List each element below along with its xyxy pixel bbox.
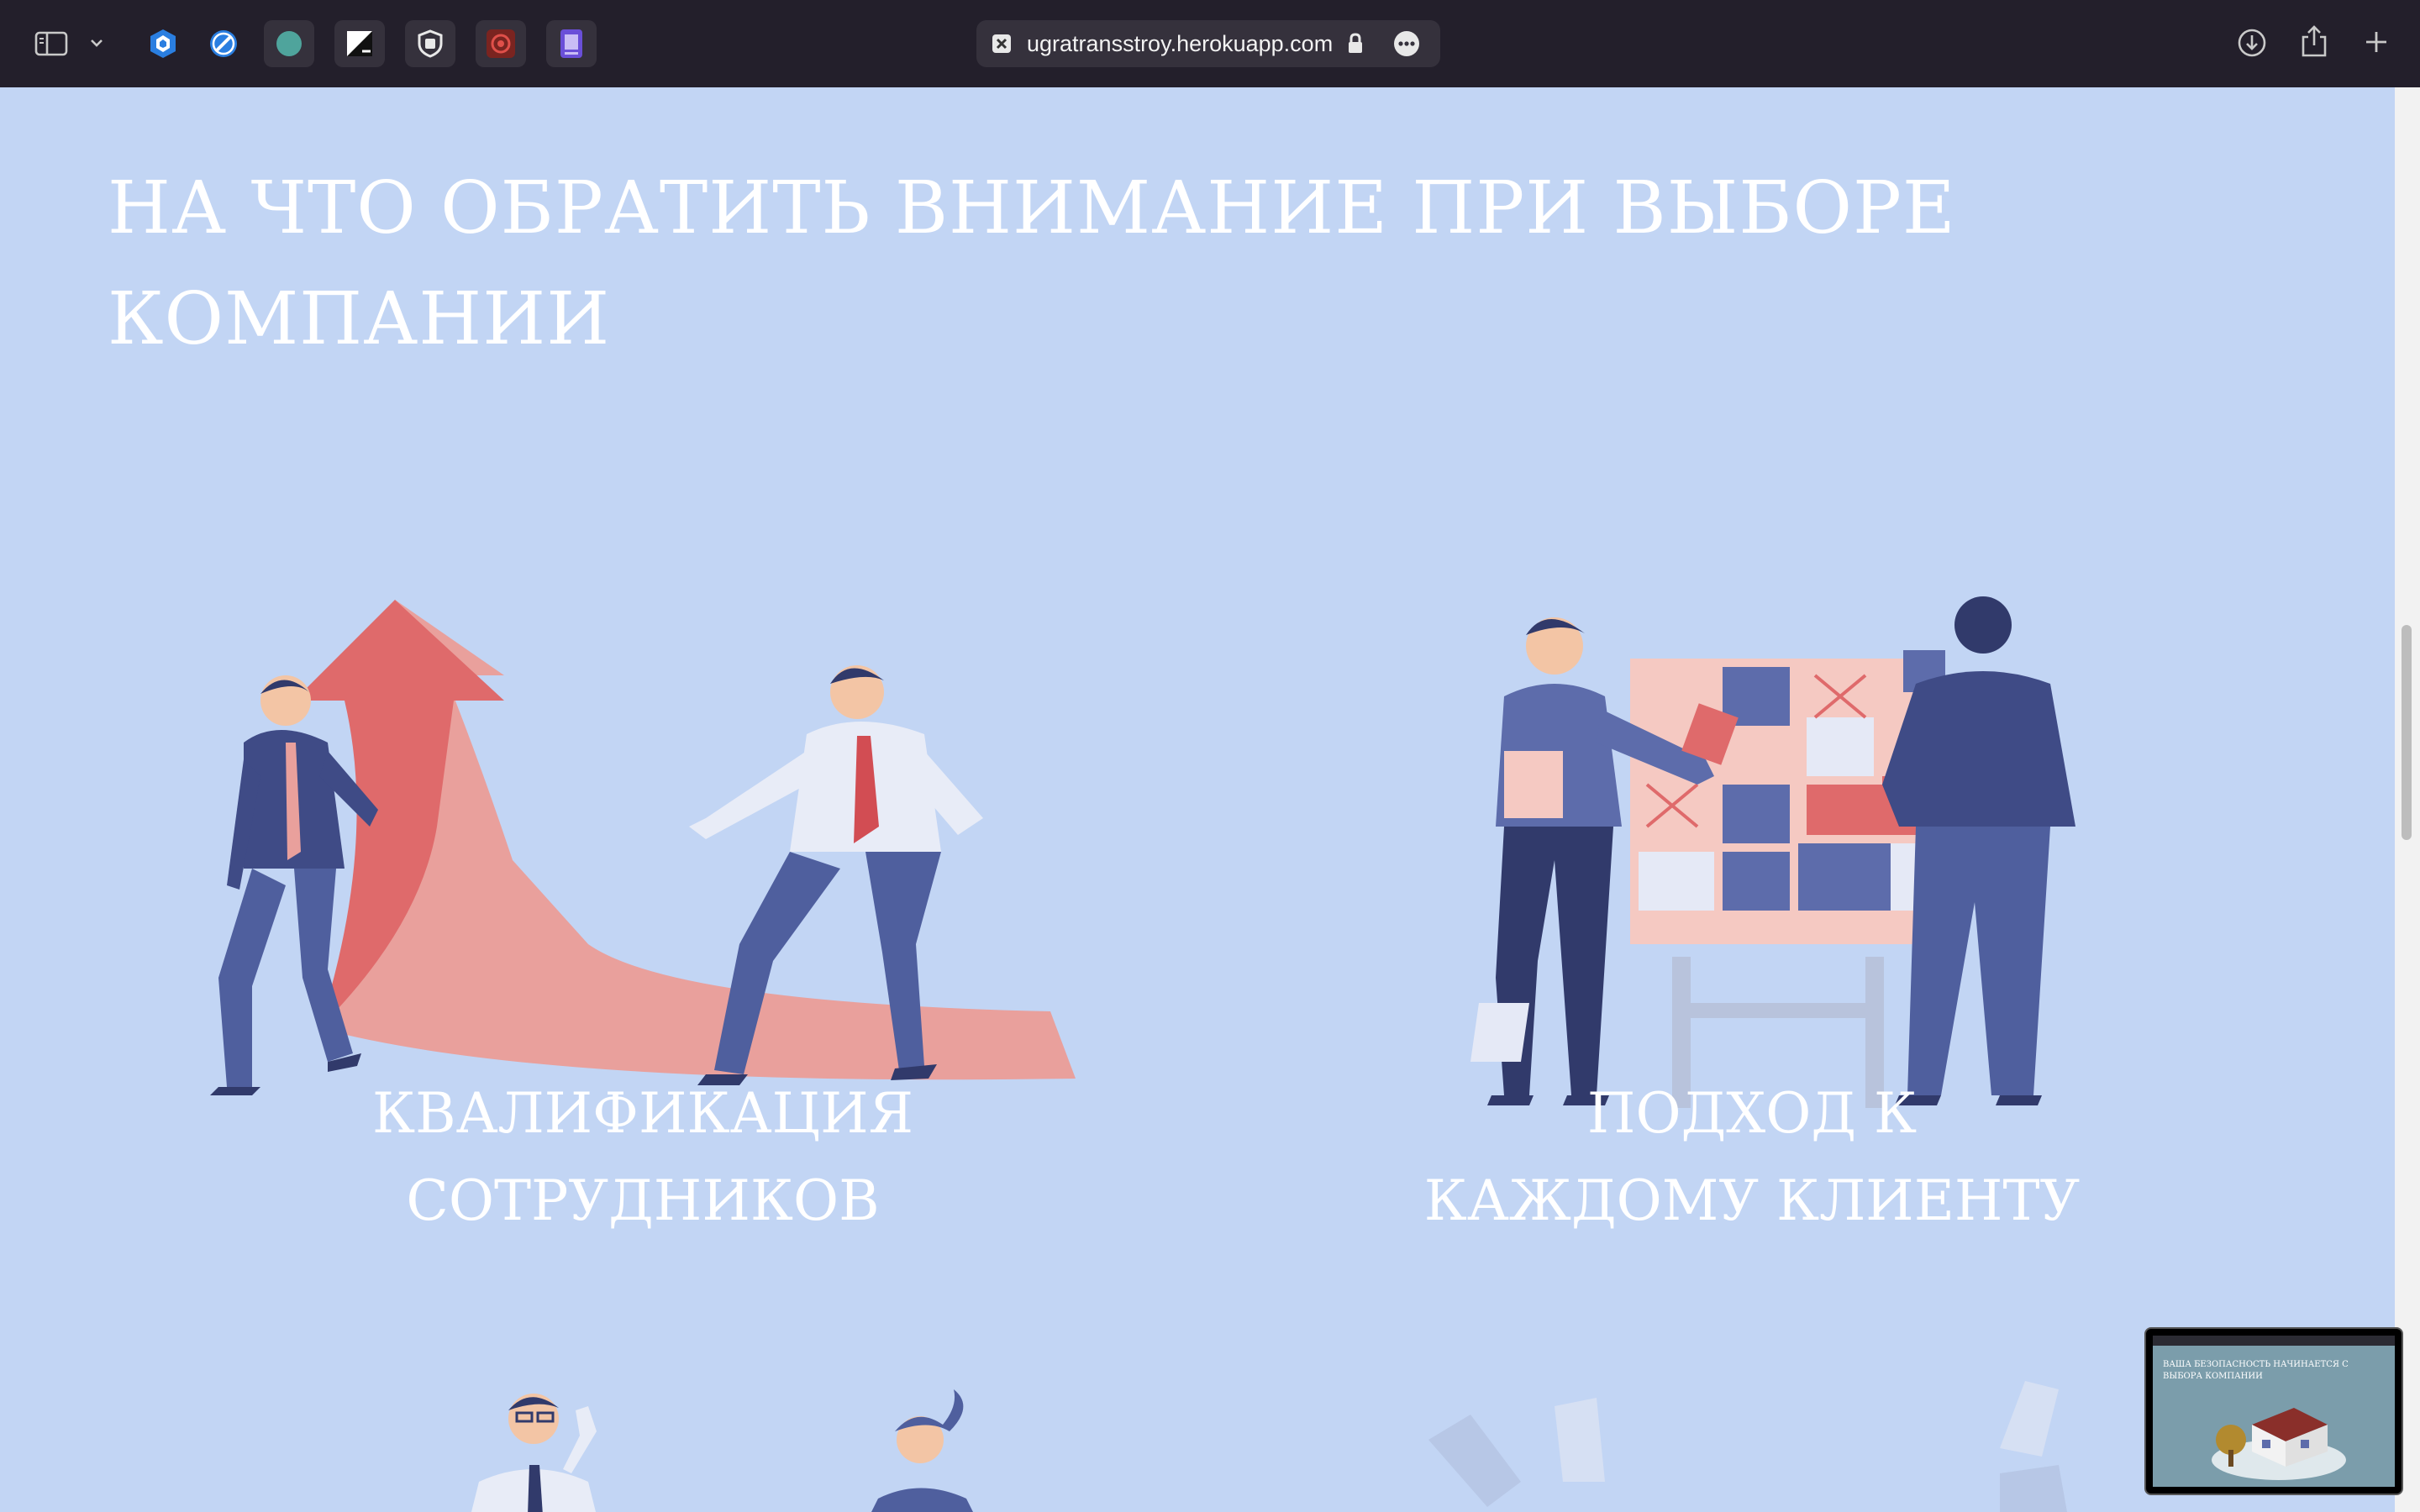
compass-extension-icon	[210, 30, 237, 57]
extension-button-5[interactable]	[405, 20, 455, 67]
extension-button-7[interactable]	[546, 20, 597, 67]
page-heading: НА ЧТО ОБРАТИТЬ ВНИМАНИЕ ПРИ ВЫБОРЕ КОМП…	[108, 166, 1956, 361]
feature-title-line: ПОДХОД К	[1586, 1081, 1918, 1146]
preview-toolbar	[2153, 1336, 2395, 1346]
house-illustration	[2212, 1408, 2346, 1480]
address-bar[interactable]: ugratransstroy.herokuapp.com	[976, 20, 1440, 67]
extension-button-6[interactable]	[476, 20, 526, 67]
shield-extension-icon	[418, 29, 443, 58]
downloads-button[interactable]	[2235, 25, 2269, 60]
sidebar-toggle-button[interactable]	[32, 25, 71, 62]
preview-content: ВАША БЕЗОПАСНОСТЬ НАЧИНАЕТСЯ С ВЫБОРА КО…	[2153, 1336, 2395, 1487]
extension-button-2[interactable]	[198, 20, 249, 67]
tab-group-dropdown-button[interactable]	[84, 30, 109, 55]
hexagon-extension-icon	[150, 29, 176, 58]
red-extension-icon	[487, 29, 515, 58]
feature-title-line: СОТРУДНИКОВ	[406, 1168, 880, 1233]
page-content: НА ЧТО ОБРАТИТЬ ВНИМАНИЕ ПРИ ВЫБОРЕ КОМП…	[0, 87, 2395, 1512]
extension-button-3[interactable]	[264, 20, 314, 67]
share-icon	[2302, 25, 2327, 57]
plus-icon	[2366, 32, 2386, 52]
green-circle-extension-icon	[276, 31, 302, 56]
lock-icon	[1349, 33, 1362, 53]
scrollbar-thumb[interactable]	[2402, 625, 2412, 840]
client-approach-illustration	[1470, 596, 2075, 1108]
picture-in-picture-preview[interactable]: ВАША БЕЗОПАСНОСТЬ НАЧИНАЕТСЯ С ВЫБОРА КО…	[2144, 1327, 2403, 1495]
page-scrollbar[interactable]	[2395, 87, 2420, 1512]
qualification-illustration	[210, 600, 1076, 1095]
preview-heading: ВАША БЕЗОПАСНОСТЬ НАЧИНАЕТСЯ С ВЫБОРА КО…	[2163, 1360, 2349, 1381]
feature-title-line: КАЖДОМУ КЛИЕНТУ	[1423, 1168, 2081, 1233]
extension-button-4[interactable]	[334, 20, 385, 67]
easel-board	[1630, 650, 1945, 1108]
feature-title-client-approach: ПОДХОД К КАЖДОМУ КЛИЕНТУ	[1361, 1070, 2143, 1245]
new-tab-button[interactable]	[2361, 25, 2391, 59]
sidebar-icon	[34, 31, 68, 56]
extension-button-1[interactable]	[138, 20, 188, 67]
chevron-down-icon	[91, 39, 103, 47]
share-button[interactable]	[2297, 22, 2331, 60]
feature-title-line: КВАЛИФИКАЦИЯ	[371, 1081, 913, 1146]
next-row-illustration-right	[1428, 1381, 2067, 1512]
download-icon	[2238, 29, 2266, 57]
page-menu-button[interactable]	[1393, 30, 1420, 57]
feature-title-qualification: КВАЛИФИКАЦИЯ СОТРУДНИКОВ	[269, 1070, 1017, 1245]
site-favicon-icon	[992, 34, 1011, 53]
url-text: ugratransstroy.herokuapp.com	[1027, 31, 1334, 56]
next-row-illustration-left	[471, 1389, 973, 1512]
purple-extension-icon	[560, 29, 582, 58]
more-icon	[1394, 31, 1419, 56]
browser-toolbar: ugratransstroy.herokuapp.com	[0, 0, 2420, 87]
contrast-extension-icon	[347, 31, 372, 56]
